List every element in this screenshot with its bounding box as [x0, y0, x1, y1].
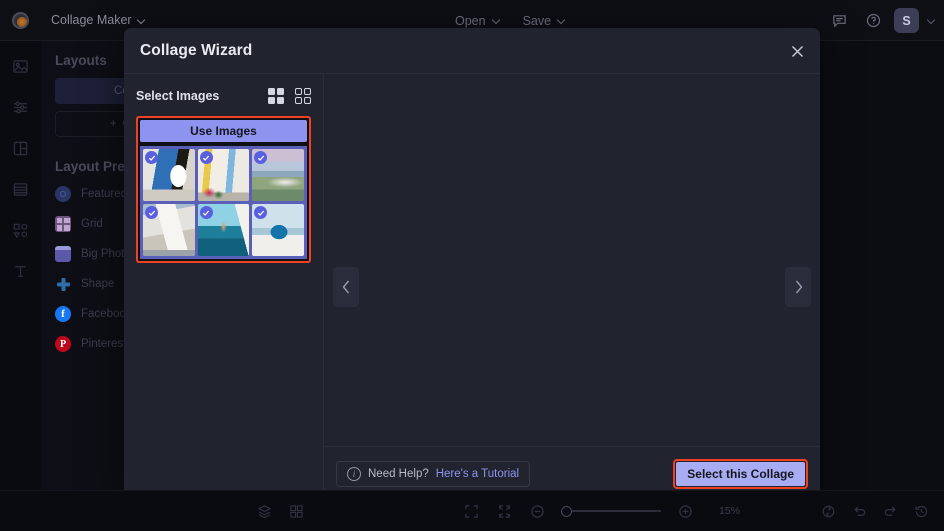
history-icon[interactable] [912, 502, 930, 520]
pinterest-icon: P [55, 336, 71, 352]
document-title: Collage Maker [51, 13, 132, 27]
image-tool-icon[interactable] [8, 53, 34, 79]
layers-stack-icon[interactable] [255, 502, 273, 520]
chevron-down-icon [492, 16, 501, 25]
chevron-down-icon [557, 16, 566, 25]
plus-icon: + [109, 118, 117, 130]
chevron-down-icon[interactable] [927, 16, 936, 25]
fullscreen-icon[interactable] [495, 502, 513, 520]
thumbnail-checkmark [199, 151, 213, 164]
chat-icon[interactable] [826, 8, 852, 34]
thumbnail-checkmark [145, 151, 158, 164]
help-text: Need Help? [368, 467, 429, 480]
thumbnail-checkmark [199, 206, 213, 219]
thumbnail-sailboat-jump-sea[interactable] [197, 204, 250, 256]
thumbnail-whitewashed-village[interactable] [143, 204, 195, 256]
thumbnail-alley-yellow-flowers[interactable] [197, 149, 250, 201]
redo-icon[interactable] [881, 502, 899, 520]
save-label: Save [522, 13, 552, 28]
select-collage-highlight: Select this Collage [673, 458, 808, 489]
collage-cell-narrow-street-shops[interactable] [388, 80, 655, 262]
info-icon: i [347, 466, 361, 481]
use-images-highlight: Use Images [136, 116, 311, 263]
grid-view-filled-icon[interactable] [268, 88, 284, 104]
thumbnail-grid [140, 146, 307, 259]
preview-area [324, 74, 820, 446]
layers-icon[interactable] [8, 176, 34, 202]
collage-cell-white-cat-blue-door[interactable] [388, 263, 655, 440]
shape-icon [55, 276, 71, 292]
bottom-bar-center: 15% [462, 502, 740, 520]
app-logo-icon[interactable] [0, 0, 41, 41]
chevron-left-icon[interactable] [333, 267, 359, 307]
zoom-out-icon[interactable] [528, 502, 546, 520]
zoom-level-label: 15% [719, 505, 741, 517]
fit-to-screen-icon[interactable] [462, 502, 480, 520]
help-chip[interactable]: i Need Help? Here's a Tutorial [336, 460, 531, 487]
app-root: Collage Maker Open Save S Layouts + Layo… [0, 0, 944, 531]
close-icon[interactable] [784, 38, 810, 64]
bottom-bar: 15% [0, 490, 944, 531]
bottom-bar-left [0, 502, 305, 520]
use-images-button[interactable]: Use Images [140, 120, 307, 142]
bottom-bar-right [819, 502, 930, 520]
grid-icon [55, 216, 71, 232]
chevron-down-icon [137, 16, 146, 25]
open-menu-button[interactable]: Open [455, 14, 501, 28]
shapes-icon[interactable] [8, 217, 34, 243]
view-toggles [268, 88, 311, 104]
top-bar-right: S [826, 0, 936, 41]
help-circle-icon[interactable] [860, 8, 886, 34]
thumbnail-blue-dome-church[interactable] [252, 204, 304, 256]
collage-cell-cliffside-sea-view[interactable] [656, 170, 756, 259]
collage-cell-blue-dome-church[interactable] [656, 80, 756, 169]
adjust-sliders-icon[interactable] [8, 94, 34, 120]
preset-label: Pinterest [81, 338, 127, 350]
collage-preview-pane [324, 74, 820, 500]
facebook-icon: f [55, 306, 71, 322]
avatar[interactable]: S [894, 8, 919, 33]
refresh-icon[interactable] [819, 502, 837, 520]
preset-label: Shape [81, 278, 115, 290]
thumbnail-white-cat-blue-door[interactable] [143, 149, 195, 201]
select-this-collage-button[interactable]: Select this Collage [676, 461, 805, 486]
document-title-menu[interactable]: Collage Maker [51, 13, 146, 27]
collage-side-column [656, 80, 756, 440]
select-images-pane: Select Images Use Images [124, 74, 324, 500]
preset-label: Grid [81, 218, 103, 230]
collage-wizard-dialog: Collage Wizard Select Images Use Images [124, 28, 820, 500]
text-tool-icon[interactable] [8, 258, 34, 284]
collage-preview[interactable] [388, 80, 756, 440]
chevron-right-icon[interactable] [785, 267, 811, 307]
select-images-label: Select Images [136, 89, 220, 103]
open-label: Open [455, 13, 486, 28]
thumbnail-cliffside-sea-view[interactable] [252, 149, 304, 201]
collage-main-column [388, 80, 655, 440]
dialog-body: Select Images Use Images [124, 74, 820, 500]
collage-cell-sailboat-jump-sea[interactable] [656, 351, 756, 440]
featured-icon [55, 186, 71, 202]
select-images-header: Select Images [136, 88, 311, 104]
collage-cell-alley-yellow-flowers[interactable] [656, 261, 756, 350]
tool-rail [0, 41, 41, 531]
zoom-slider[interactable] [561, 505, 661, 517]
zoom-in-icon[interactable] [676, 502, 694, 520]
thumbnail-checkmark [145, 206, 158, 219]
dialog-title: Collage Wizard [140, 41, 253, 59]
big-photo-icon [55, 246, 71, 262]
layouts-panel-icon[interactable] [8, 135, 34, 161]
grid-view-outlined-icon[interactable] [295, 88, 311, 104]
undo-icon[interactable] [850, 502, 868, 520]
dialog-header: Collage Wizard [124, 28, 820, 74]
zoom-track [561, 510, 661, 512]
zoom-knob[interactable] [561, 505, 572, 517]
save-menu-button[interactable]: Save [523, 14, 567, 28]
grid-toggle-icon[interactable] [287, 502, 305, 520]
preset-label: Featured [81, 188, 128, 200]
tutorial-link[interactable]: Here's a Tutorial [436, 468, 519, 480]
